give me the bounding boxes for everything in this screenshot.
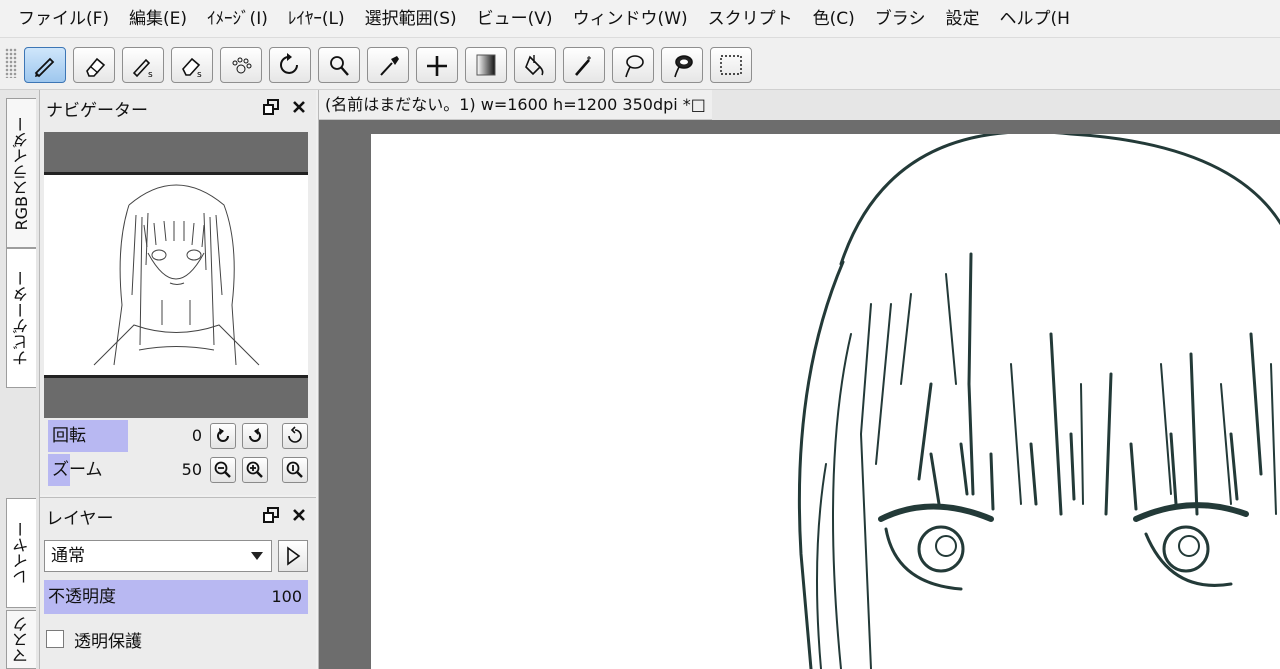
character-sketch [797, 134, 1280, 669]
zoom-out-icon[interactable] [210, 457, 236, 483]
tab-layer[interactable]: レイヤー [6, 498, 36, 608]
rectangle-select-button[interactable] [710, 47, 752, 83]
rotate-icon [280, 53, 298, 74]
menu-item[interactable]: ファイル(F) [0, 0, 119, 37]
menu-item[interactable]: ﾚｲﾔｰ(L) [278, 0, 355, 37]
navigator-preview[interactable] [44, 132, 308, 418]
navigator-panel: ナビゲーター 回転 0 ズーム 50 [40, 90, 316, 495]
eraser-tool-button[interactable] [73, 47, 115, 83]
zoom-reset-icon[interactable] [282, 457, 308, 483]
move-button[interactable] [416, 47, 458, 83]
opacity-slider[interactable]: 不透明度 100 [44, 580, 308, 614]
toolbar: ss [0, 38, 1280, 90]
tab-navigator[interactable]: ナビゲーター [6, 248, 36, 388]
protect-alpha-row: 透明保護 [44, 622, 142, 656]
rotate-button[interactable] [269, 47, 311, 83]
rotation-label: 回転 [48, 420, 128, 452]
selection-pen-icon: s [132, 58, 153, 79]
lasso-fill-button[interactable] [661, 47, 703, 83]
navigator-thumbnail [44, 172, 308, 378]
zoom-button[interactable] [318, 47, 360, 83]
gradient-button[interactable] [465, 47, 507, 83]
menu-item[interactable]: ウィンドウ(W) [563, 0, 698, 37]
lasso-button[interactable] [612, 47, 654, 83]
menu-item[interactable]: 設定 [935, 0, 989, 37]
eraser-tool-icon [86, 57, 106, 77]
rotate-right-icon[interactable] [242, 423, 268, 449]
menu-item[interactable]: ビュー(V) [467, 0, 563, 37]
lasso-fill-icon [674, 55, 693, 78]
gradient-icon [476, 54, 496, 76]
close-icon[interactable] [288, 504, 310, 526]
paw-scatter-icon [232, 57, 252, 74]
rotation-row: 回転 0 [44, 420, 312, 452]
play-triangle-icon [287, 546, 301, 566]
eyedropper-icon [380, 56, 399, 76]
tab-rgb-slider[interactable]: RGBスライダー [6, 98, 36, 248]
selection-pen-button[interactable]: s [122, 47, 164, 83]
menu-item[interactable]: 編集(E) [119, 0, 197, 37]
eyedropper-button[interactable] [367, 47, 409, 83]
rotation-value[interactable]: 0 [192, 420, 202, 452]
close-icon[interactable] [288, 96, 310, 118]
lasso-icon [625, 55, 644, 78]
undock-icon[interactable] [260, 96, 282, 118]
selection-eraser-icon: s [182, 57, 202, 79]
zoom-row: ズーム 50 [44, 454, 312, 486]
blend-mode-select[interactable]: 通常 [44, 540, 272, 572]
svg-text:s: s [197, 70, 202, 79]
zoom-label: ズーム [48, 454, 103, 486]
magic-wand-button[interactable] [563, 47, 605, 83]
protect-alpha-checkbox[interactable] [46, 630, 64, 648]
pen-tool-icon [34, 57, 55, 78]
side-tab-strip: RGBスライダー ナビゲーター レイヤー マスク [0, 90, 40, 669]
bucket-fill-button[interactable] [514, 47, 556, 83]
thumbnail-sketch [93, 184, 260, 366]
zoom-in-icon[interactable] [242, 457, 268, 483]
chevron-down-icon [251, 552, 263, 560]
protect-alpha-label: 透明保護 [74, 631, 142, 652]
paw-scatter-button[interactable] [220, 47, 262, 83]
svg-text:s: s [148, 70, 153, 79]
menu-item[interactable]: 選択範囲(S) [355, 0, 467, 37]
rotate-left-icon[interactable] [210, 423, 236, 449]
zoom-icon [330, 56, 349, 76]
move-icon [427, 56, 447, 76]
opacity-value: 100 [271, 587, 302, 606]
menu-bar: ファイル(F) 編集(E) ｲﾒｰｼﾞ(I) ﾚｲﾔｰ(L) 選択範囲(S) ビュー(V)… [0, 0, 1280, 38]
layer-panel: レイヤー 通常 不透明度 100 透明保護 [40, 497, 316, 669]
tab-mask[interactable]: マスク [6, 610, 36, 669]
rectangle-select-icon [720, 55, 742, 75]
menu-item[interactable]: ブラシ [865, 0, 936, 37]
drawing-canvas[interactable] [371, 134, 1280, 669]
magic-wand-icon [575, 56, 591, 76]
menu-item[interactable]: ｲﾒｰｼﾞ(I) [197, 0, 278, 37]
undock-icon[interactable] [260, 504, 282, 526]
toolbar-grip[interactable] [5, 48, 17, 78]
canvas-area: (名前はまだない。1) w=1600 h=1200 350dpi *□ [318, 90, 1280, 669]
bucket-fill-icon [525, 55, 544, 76]
pen-tool-button[interactable] [24, 47, 66, 83]
document-tab-strip: (名前はまだない。1) w=1600 h=1200 350dpi *□ [319, 90, 1280, 120]
menu-item[interactable]: 色(C) [803, 0, 865, 37]
selection-eraser-button[interactable]: s [171, 47, 213, 83]
menu-item[interactable]: スクリプト [698, 0, 803, 37]
zoom-value[interactable]: 50 [182, 454, 202, 486]
menu-item[interactable]: ヘルプ(H [989, 0, 1079, 37]
reset-rotation-icon[interactable] [282, 423, 308, 449]
document-tab[interactable]: (名前はまだない。1) w=1600 h=1200 350dpi *□ [319, 90, 712, 120]
blend-mode-expand-button[interactable] [278, 540, 308, 572]
